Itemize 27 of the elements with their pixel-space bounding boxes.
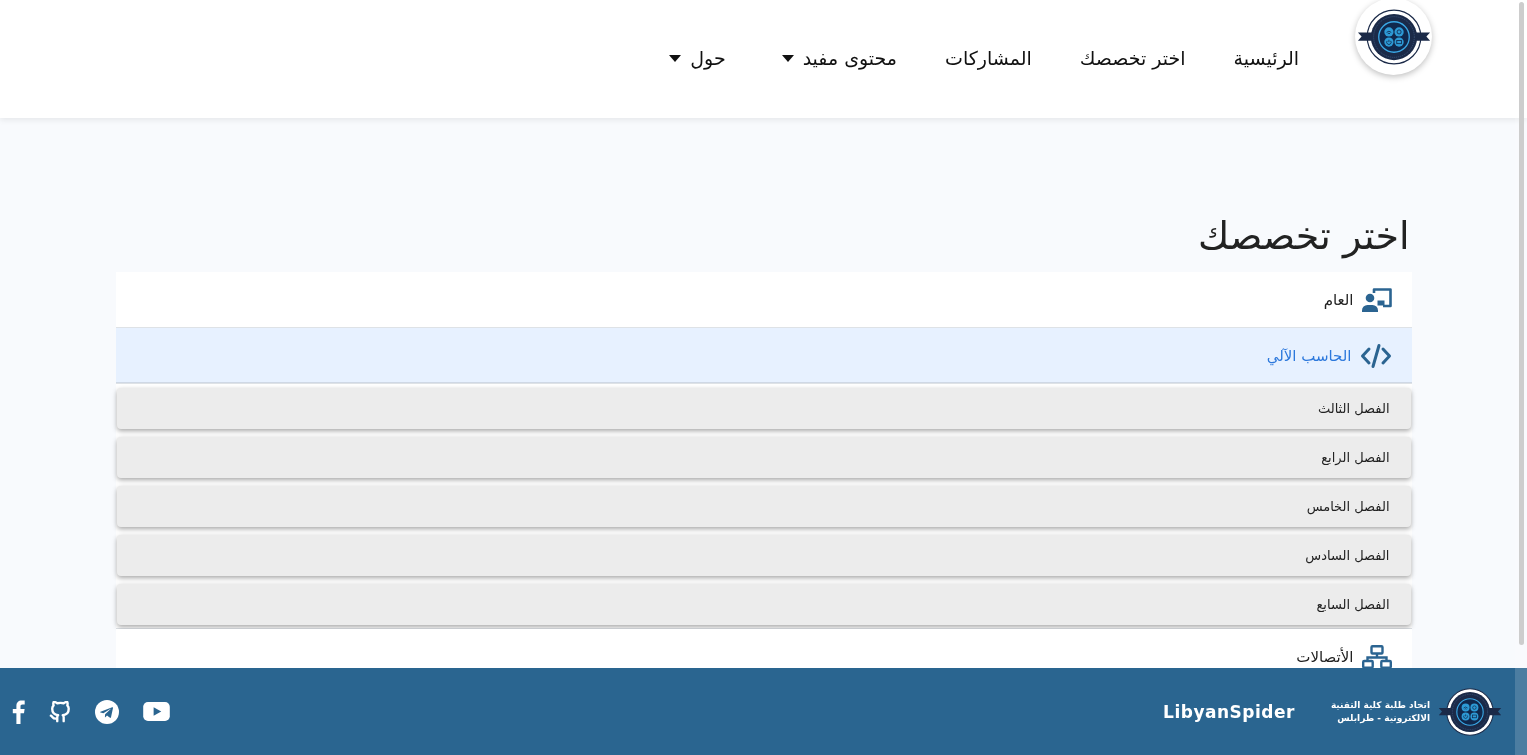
page-title: اختر تخصصك — [1196, 213, 1411, 260]
telegram-icon[interactable] — [95, 699, 119, 724]
scrollbar-thumb[interactable] — [1519, 2, 1524, 645]
logo-badge[interactable] — [1355, 0, 1432, 75]
nav-link[interactable]: محتوى مفيد — [781, 45, 898, 71]
semester-card[interactable]: الفصل الخامس — [116, 486, 1411, 527]
semester-card[interactable]: الفصل السابع — [116, 584, 1411, 625]
nav-link[interactable]: اختر تخصصك — [1079, 45, 1186, 71]
facebook-icon[interactable] — [12, 699, 25, 724]
accordion-header[interactable]: العام — [115, 272, 1412, 328]
semester-card[interactable]: الفصل الرابع — [116, 437, 1411, 478]
nav-link[interactable]: الرئيسية — [1233, 45, 1299, 71]
caret-icon — [781, 54, 794, 62]
emblem-icon — [1438, 685, 1502, 738]
presenter-icon — [1361, 287, 1392, 312]
brand-name[interactable]: LibyanSpider — [1163, 701, 1295, 722]
nav-link[interactable]: المشاركات — [945, 45, 1032, 71]
organization-name: اتحاد طلبة كلية التقنية الالكترونية - طرابلس — [1330, 698, 1430, 725]
semester-card[interactable]: الفصل السادس — [116, 535, 1411, 576]
youtube-icon[interactable] — [143, 702, 170, 721]
semester-card[interactable]: الفصل الثالث — [116, 388, 1411, 429]
code-icon — [1359, 342, 1392, 369]
github-icon[interactable] — [49, 700, 71, 723]
caret-icon — [669, 54, 682, 62]
nav-link[interactable]: حول — [669, 45, 726, 71]
accordion-header[interactable]: الأتصالات — [115, 629, 1412, 669]
accordion-header[interactable]: الحاسب الآلي — [115, 328, 1412, 384]
